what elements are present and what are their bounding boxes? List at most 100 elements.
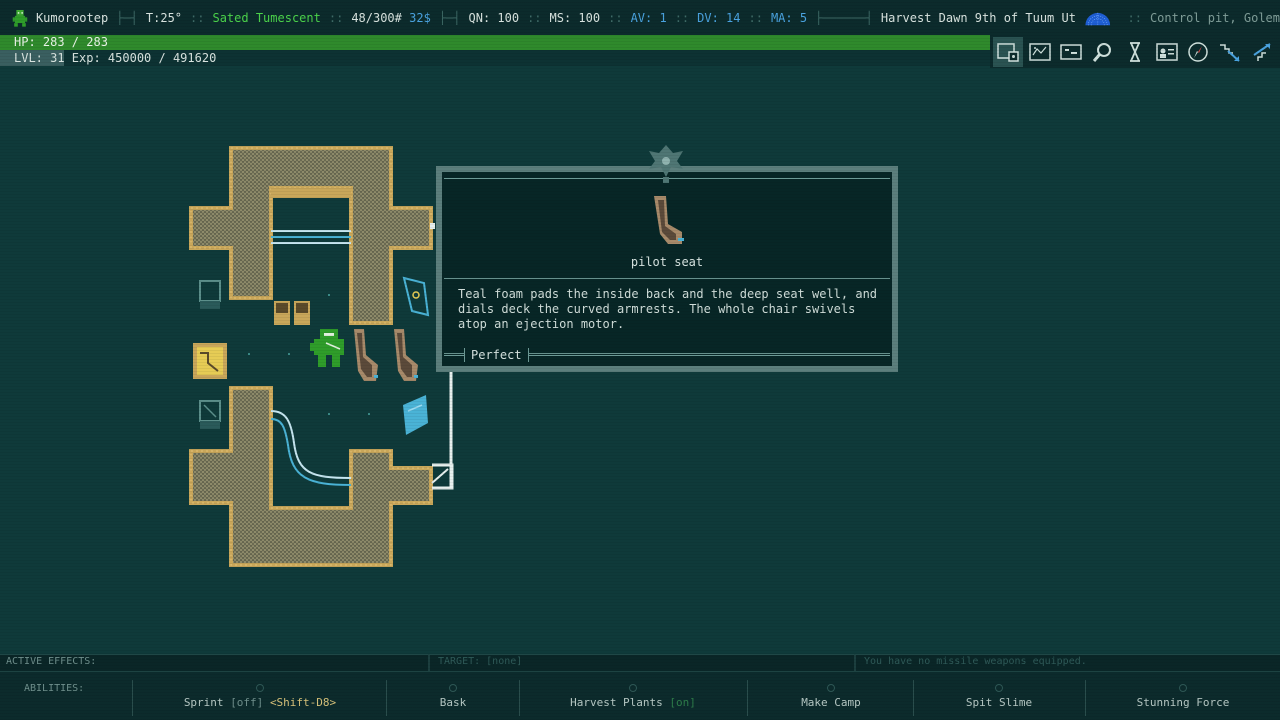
descend-button[interactable] bbox=[1215, 37, 1245, 67]
descend-icon bbox=[1220, 43, 1240, 62]
control-panel-icon[interactable] bbox=[403, 395, 428, 435]
equipment-button[interactable] bbox=[992, 36, 1023, 67]
upper-hull-wall bbox=[189, 146, 433, 325]
compass-icon bbox=[1188, 41, 1209, 62]
ability-separator bbox=[132, 680, 133, 716]
character-button[interactable] bbox=[1152, 37, 1182, 67]
pilot-seat-icon[interactable] bbox=[354, 329, 378, 381]
ability-make-camp[interactable]: Make Camp bbox=[760, 672, 902, 720]
ability-name: Spit Slime bbox=[965, 696, 1033, 709]
separator: :: bbox=[748, 10, 763, 25]
pilot-seat-icon[interactable] bbox=[394, 329, 418, 381]
separator: :: bbox=[527, 10, 542, 25]
door-panel-icon[interactable] bbox=[274, 301, 310, 325]
equipment-icon bbox=[997, 42, 1019, 62]
hp-bar: HP: 283 / 283 bbox=[0, 35, 990, 50]
lower-conduit bbox=[270, 410, 352, 486]
ability-cooldown-icon bbox=[1179, 684, 1187, 692]
popup-crest-icon bbox=[649, 145, 683, 183]
hunger-status: Sated bbox=[212, 10, 249, 25]
armor-value-stat: AV: 1 bbox=[630, 10, 667, 25]
item-name: pilot seat bbox=[630, 255, 704, 269]
ability-separator bbox=[1085, 680, 1086, 716]
ability-cooldown-icon bbox=[629, 684, 637, 692]
message-log-button[interactable] bbox=[1056, 37, 1086, 67]
look-popup: pilot seat Teal foam pads the inside bac… bbox=[436, 166, 898, 372]
ability-separator bbox=[386, 680, 387, 716]
ability-state: [on] bbox=[669, 696, 696, 709]
exp-text: LVL: 31 Exp: 450000 / 491620 bbox=[14, 51, 217, 65]
ability-bask[interactable]: Bask bbox=[400, 672, 506, 720]
popup-divider bbox=[444, 278, 890, 279]
look-button[interactable] bbox=[1088, 37, 1118, 67]
abilities-label: ABILITIES: bbox=[24, 683, 85, 694]
map-button[interactable] bbox=[1025, 37, 1055, 67]
separator: :: bbox=[674, 10, 690, 25]
separator: :: bbox=[608, 10, 623, 25]
ability-cooldown-icon bbox=[995, 684, 1003, 692]
ability-hotkey: <Shift-D8> bbox=[269, 696, 337, 709]
ability-separator bbox=[747, 680, 748, 716]
game-map[interactable] bbox=[186, 143, 456, 573]
hp-text: HP: 283 / 283 bbox=[14, 35, 108, 49]
separator: ├─┤ bbox=[438, 10, 461, 25]
player-character-icon[interactable] bbox=[310, 329, 344, 367]
game-date: Harvest Dawn 9th of Tuum Ut bbox=[880, 10, 1076, 25]
time-of-day-icon bbox=[1085, 12, 1111, 25]
player-avatar-icon[interactable] bbox=[12, 5, 28, 31]
ability-name: Sprint bbox=[183, 696, 224, 709]
upper-conduit bbox=[271, 230, 351, 244]
abilities-bar: ABILITIES: Sprint [off] <Shift-D8> Bask … bbox=[0, 671, 1280, 720]
ascend-icon bbox=[1253, 42, 1271, 61]
target-label: TARGET: [none] bbox=[438, 656, 523, 667]
navigation-console-icon[interactable] bbox=[402, 276, 430, 317]
hatch-icon[interactable] bbox=[193, 343, 227, 379]
lower-hull-wall bbox=[189, 386, 433, 567]
move-speed-stat: MS: 100 bbox=[549, 10, 601, 25]
ability-stunning-force[interactable]: Stunning Force bbox=[1096, 672, 1270, 720]
dodge-value-stat: DV: 14 bbox=[697, 10, 741, 25]
carry-weight: 48/300# bbox=[351, 10, 402, 25]
ascend-button[interactable] bbox=[1247, 37, 1277, 67]
ability-spit-slime[interactable]: Spit Slime bbox=[926, 672, 1072, 720]
wait-icon bbox=[1129, 41, 1140, 62]
missile-panel: You have no missile weapons equipped. bbox=[854, 654, 1280, 671]
toolbar bbox=[990, 35, 1280, 68]
separator: :: bbox=[328, 10, 344, 25]
look-icon bbox=[1093, 42, 1112, 62]
separator: ├─┤ bbox=[116, 10, 138, 25]
item-description: Teal foam pads the inside back and the d… bbox=[458, 287, 878, 331]
ability-cooldown-icon bbox=[256, 684, 264, 692]
compass-button[interactable] bbox=[1183, 37, 1213, 67]
ability-name: Stunning Force bbox=[1136, 696, 1230, 709]
ability-state: [off] bbox=[230, 696, 264, 709]
map-icon bbox=[1028, 42, 1051, 61]
pilot-seat-preview-icon bbox=[654, 196, 684, 244]
message-log-icon bbox=[1060, 43, 1083, 60]
location-name: Control pit, Golem bbox=[1149, 10, 1280, 25]
wait-button[interactable] bbox=[1120, 37, 1150, 67]
exp-bar: LVL: 31 Exp: 450000 / 491620 bbox=[0, 50, 990, 66]
ability-name: Harvest Plants bbox=[570, 696, 663, 709]
target-panel: TARGET: [none] bbox=[428, 654, 854, 671]
quickness-stat: QN: 100 bbox=[468, 10, 520, 25]
ability-name: Make Camp bbox=[801, 696, 861, 709]
character-name: Kumorootep bbox=[35, 10, 109, 25]
item-quality: Perfect bbox=[464, 348, 529, 362]
ability-separator bbox=[519, 680, 520, 716]
ability-name: Bask bbox=[439, 696, 467, 709]
ability-cooldown-icon bbox=[827, 684, 835, 692]
ability-sprint[interactable]: Sprint [off] <Shift-D8> bbox=[150, 672, 370, 720]
ability-harvest-plants[interactable]: Harvest Plants [on] bbox=[530, 672, 736, 720]
mental-armor-stat: MA: 5 bbox=[770, 10, 808, 25]
separator: :: bbox=[1127, 10, 1142, 25]
ability-cooldown-icon bbox=[449, 684, 457, 692]
missile-status: You have no missile weapons equipped. bbox=[864, 656, 1087, 667]
separator: ├──────┤ bbox=[815, 10, 873, 25]
temperature: T:25° bbox=[145, 10, 183, 25]
ability-separator bbox=[913, 680, 914, 716]
active-effects-panel: ACTIVE EFFECTS: bbox=[0, 654, 428, 671]
condition-status: Tumescent bbox=[255, 10, 321, 25]
money: 32$ bbox=[409, 10, 431, 25]
active-effects-label: ACTIVE EFFECTS: bbox=[6, 656, 97, 667]
